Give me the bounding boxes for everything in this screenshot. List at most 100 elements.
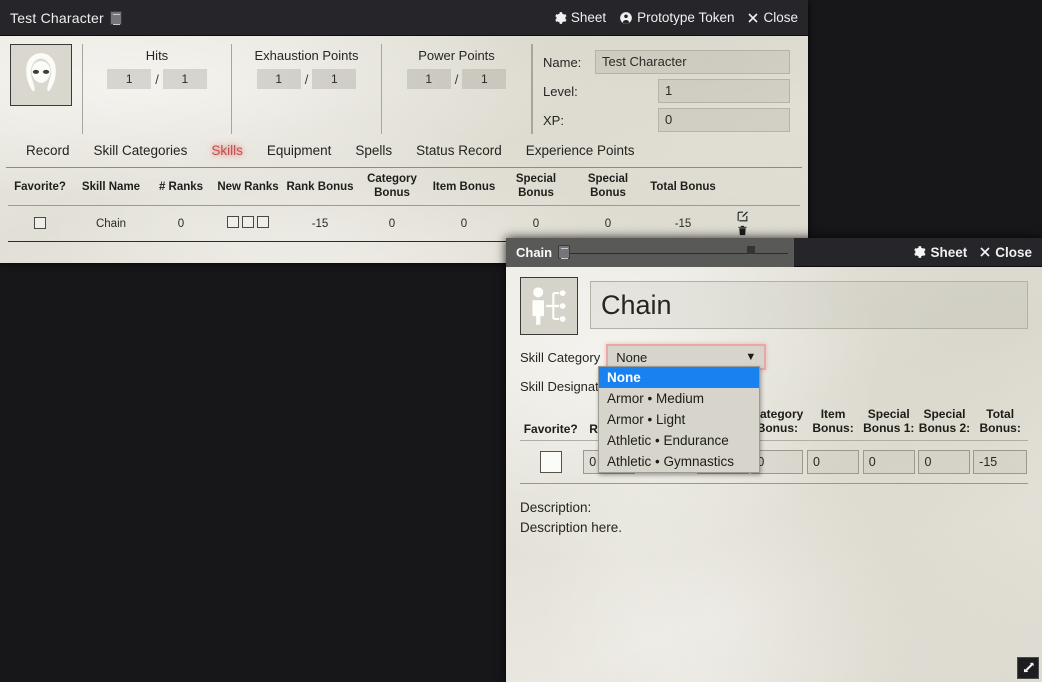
detail-special-bonus-2-cell: 0 <box>917 450 973 474</box>
detail-column-special-bonus-1: Special Bonus 1: <box>861 408 917 436</box>
skill-sheet-label: Sheet <box>930 245 967 260</box>
detail-column-total-bonus: Total Bonus: <box>972 408 1028 436</box>
stat-exhaustion-max[interactable]: 1 <box>312 69 356 89</box>
character-window-title: Test Character <box>10 10 104 26</box>
hooded-figure-icon <box>16 50 66 100</box>
skill-sheet-button[interactable]: Sheet <box>912 245 967 260</box>
stat-hits-current[interactable]: 1 <box>107 69 151 89</box>
row-category-bonus: 0 <box>356 218 428 230</box>
level-input[interactable]: 1 <box>658 79 790 103</box>
new-rank-checkbox-1[interactable] <box>227 216 239 228</box>
stat-power-points-max[interactable]: 1 <box>462 69 506 89</box>
skill-window-drag-area[interactable]: Chain <box>506 238 794 267</box>
column-special-bonus-2: Special Bonus <box>572 173 644 199</box>
tab-experience-points[interactable]: Experience Points <box>514 143 647 158</box>
identity-row-xp: XP: 0 <box>543 108 790 132</box>
level-label: Level: <box>543 84 595 99</box>
new-rank-checkbox-2[interactable] <box>242 216 254 228</box>
stat-power-points-current[interactable]: 1 <box>407 69 451 89</box>
titlebar-knob <box>747 246 755 254</box>
skill-detail-row: 0 -15 0 <box>520 441 1028 484</box>
tab-skills[interactable]: Skills <box>199 143 255 158</box>
stat-exhaustion: Exhaustion Points 1 / 1 <box>232 44 382 134</box>
name-label: Name: <box>543 55 595 70</box>
detail-item-bonus-cell: 0 <box>805 450 861 474</box>
sheet-button-label: Sheet <box>571 10 606 25</box>
stat-hits-max[interactable]: 1 <box>163 69 207 89</box>
skill-name-input[interactable]: Chain <box>590 281 1028 329</box>
dropdown-option-armor-light[interactable]: Armor • Light <box>599 409 759 430</box>
window-resize-handle[interactable] <box>1017 657 1039 679</box>
detail-column-special-bonus-2: Special Bonus 2: <box>917 408 973 436</box>
detail-column-special-bonus-1-line2: Bonus 1: <box>861 422 917 436</box>
edit-icon[interactable] <box>736 210 749 223</box>
column-category-bonus-line2: Bonus <box>356 187 428 200</box>
prototype-token-button[interactable]: Prototype Token <box>619 10 734 25</box>
dropdown-option-athletic-gymnastics[interactable]: Athletic • Gymnastics <box>599 451 759 472</box>
detail-column-total-bonus-line2: Bonus: <box>972 422 1028 436</box>
detail-total-bonus-cell: -15 <box>972 450 1028 474</box>
description-text: Description here. <box>520 518 1028 538</box>
app-screen: Test Character Sheet Prototype Token Clo… <box>0 0 1042 682</box>
column-special-bonus-1: Special Bonus <box>500 173 572 199</box>
name-input[interactable]: Test Character <box>595 50 790 74</box>
row-favorite-cell <box>8 217 72 229</box>
delete-icon[interactable] <box>737 224 748 237</box>
gear-icon <box>553 11 567 25</box>
tab-equipment[interactable]: Equipment <box>255 143 344 158</box>
skill-detail-table: Favorite? Ranks: New Ranks: Rank Bonus: … <box>520 408 1028 484</box>
description-label: Description: <box>520 498 1028 518</box>
resize-corner-icon <box>1021 661 1035 675</box>
column-total-bonus: Total Bonus <box>644 181 722 193</box>
tab-skill-categories[interactable]: Skill Categories <box>82 143 200 158</box>
detail-column-special-bonus-2-line2: Bonus 2: <box>917 422 973 436</box>
favorite-checkbox[interactable] <box>34 217 46 229</box>
skill-window-titlebar[interactable]: Chain Sheet Close <box>506 238 1042 267</box>
skill-icon-button[interactable] <box>520 277 578 335</box>
column-special-bonus-1-line1: Special <box>500 173 572 186</box>
detail-item-bonus-input[interactable]: 0 <box>807 450 859 474</box>
stat-power-points-separator: / <box>455 72 459 87</box>
detail-special-bonus-2-input[interactable]: 0 <box>918 450 970 474</box>
close-icon <box>979 246 991 258</box>
new-rank-checkbox-3[interactable] <box>257 216 269 228</box>
tab-spells[interactable]: Spells <box>343 143 404 158</box>
character-portrait[interactable] <box>10 44 72 106</box>
row-skill-name: Chain <box>72 218 150 230</box>
tab-record[interactable]: Record <box>14 143 82 158</box>
new-ranks-checkbox-group[interactable] <box>227 216 269 228</box>
stat-exhaustion-current[interactable]: 1 <box>257 69 301 89</box>
stat-hits-separator: / <box>155 72 159 87</box>
detail-favorite-checkbox[interactable] <box>540 451 562 473</box>
row-new-ranks <box>212 216 284 231</box>
column-rank-bonus: Rank Bonus <box>284 181 356 193</box>
skills-table-header: Favorite? Skill Name # Ranks New Ranks R… <box>8 168 800 206</box>
skill-detail-window: Chain Sheet Close <box>506 238 1042 682</box>
stat-exhaustion-separator: / <box>305 72 309 87</box>
dropdown-option-athletic-endurance[interactable]: Athletic • Endurance <box>599 430 759 451</box>
identity-row-level: Level: 1 <box>543 79 790 103</box>
close-icon <box>747 12 759 24</box>
column-skill-name: Skill Name <box>72 181 150 193</box>
sheet-button[interactable]: Sheet <box>553 10 606 25</box>
character-identity-block: Name: Test Character Level: 1 XP: 0 <box>532 44 800 134</box>
skill-description: Description: Description here. <box>520 498 1028 537</box>
skill-close-label: Close <box>995 245 1032 260</box>
close-button[interactable]: Close <box>747 10 798 25</box>
gear-icon <box>912 245 926 259</box>
detail-special-bonus-1-input[interactable]: 0 <box>863 450 915 474</box>
skill-close-button[interactable]: Close <box>979 245 1032 260</box>
detail-total-bonus-input[interactable]: -15 <box>973 450 1027 474</box>
row-special-bonus-1: 0 <box>500 218 572 230</box>
document-icon <box>110 11 122 25</box>
xp-input[interactable]: 0 <box>658 108 790 132</box>
row-special-bonus-2: 0 <box>572 218 644 230</box>
character-window-controls: Sheet Prototype Token Close <box>553 10 798 25</box>
skill-category-dropdown-list[interactable]: None Armor • Medium Armor • Light Athlet… <box>598 366 760 473</box>
dropdown-option-armor-medium[interactable]: Armor • Medium <box>599 388 759 409</box>
tab-status-record[interactable]: Status Record <box>404 143 514 158</box>
dropdown-option-none[interactable]: None <box>599 367 759 388</box>
character-window-titlebar[interactable]: Test Character Sheet Prototype Token Clo… <box>0 0 808 36</box>
person-circle-icon <box>619 11 633 25</box>
column-special-bonus-2-line2: Bonus <box>572 187 644 200</box>
